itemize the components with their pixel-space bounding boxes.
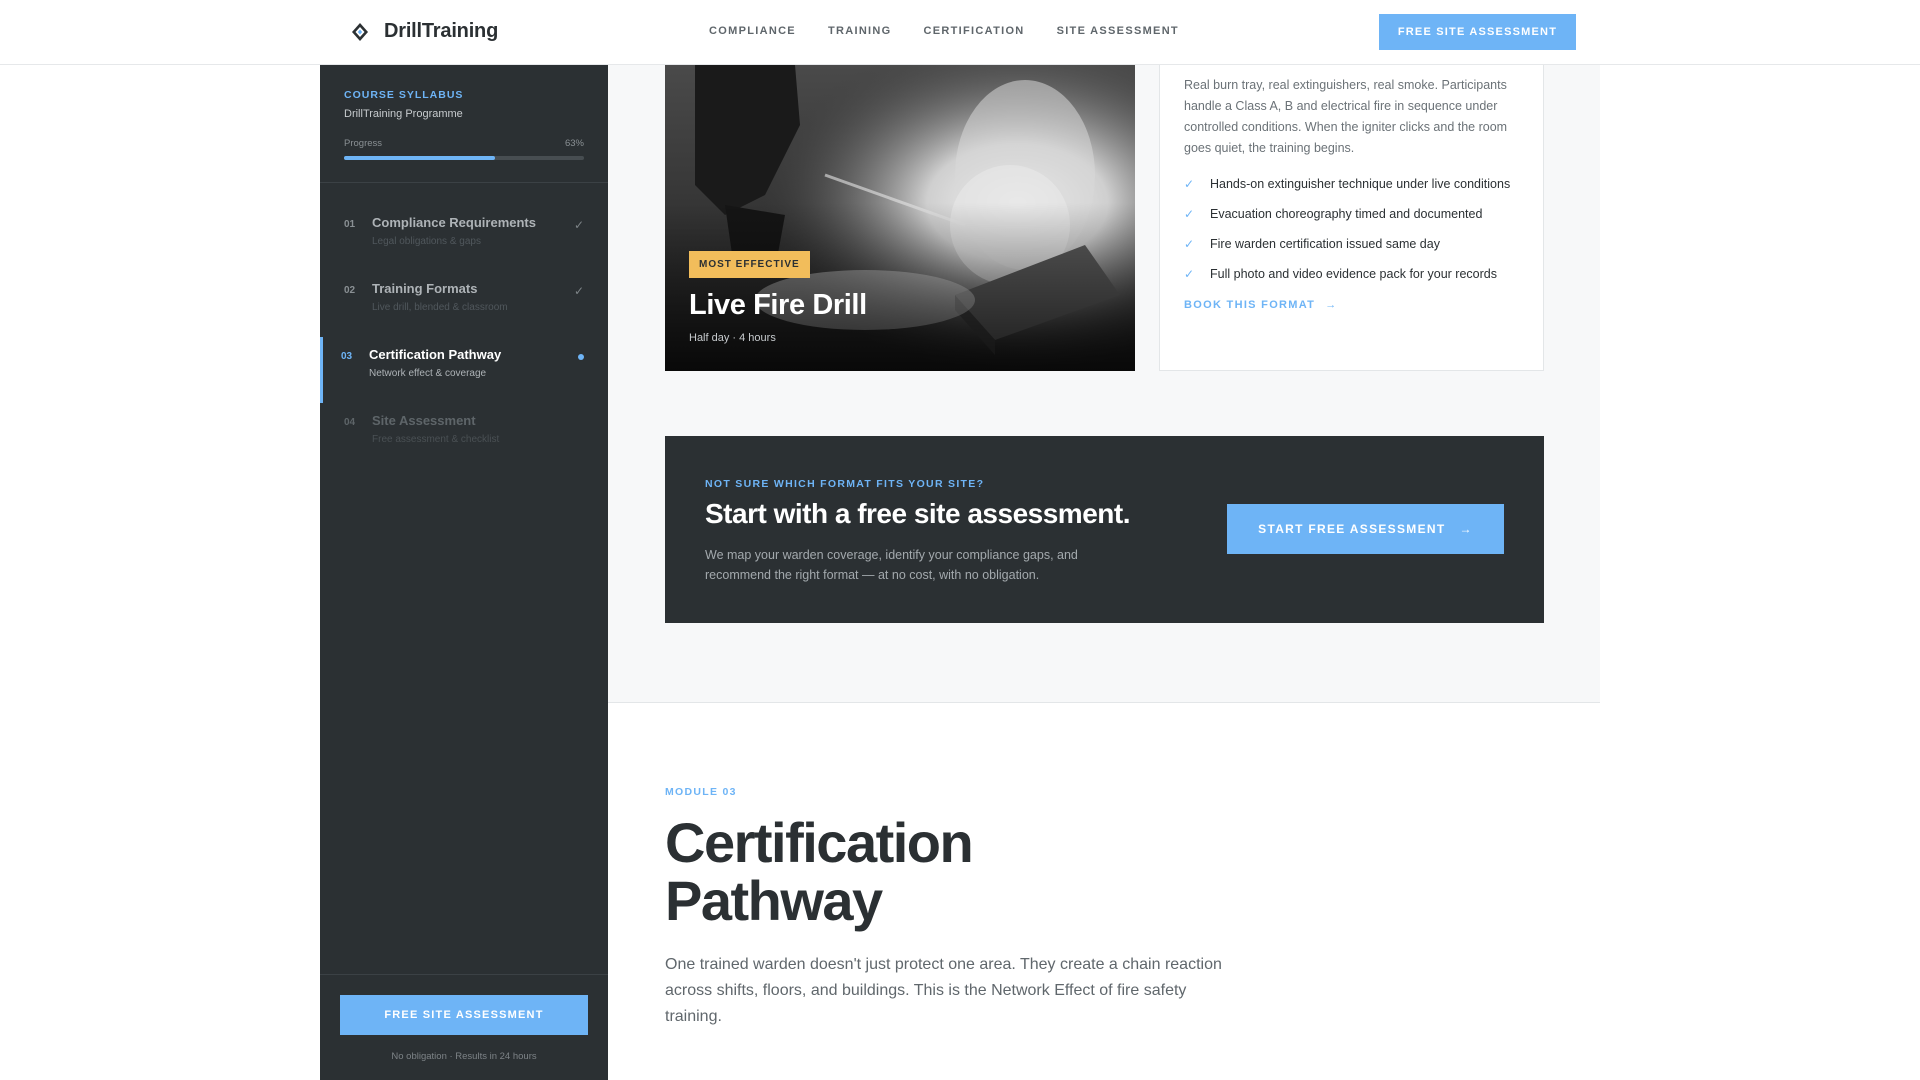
assessment-cta-band: NOT SURE WHICH FORMAT FITS YOUR SITE? St… <box>665 436 1544 623</box>
item-title: Training Formats <box>372 281 478 296</box>
syllabus-list: 01 Compliance Requirements Legal obligat… <box>320 183 608 469</box>
progress-percent: 63% <box>564 138 584 149</box>
feature-item: ✓ Evacuation choreography timed and docum… <box>1184 205 1519 223</box>
format-duration: Half day · 4 hours <box>689 332 776 344</box>
check-icon: ✓ <box>1184 207 1195 221</box>
feature-text: Fire warden certification issued same da… <box>1210 237 1440 251</box>
live-fire-drill-photo: MOST EFFECTIVE Live Fire Drill Half day … <box>665 65 1135 371</box>
nav-link-certification[interactable]: CERTIFICATION <box>924 25 1025 37</box>
nav-free-assessment-button[interactable]: FREE SITE ASSESSMENT <box>1379 14 1576 50</box>
progress-bar-fill <box>344 156 496 160</box>
current-dot-icon <box>578 354 584 360</box>
cta-title: Start with a free site assessment. <box>705 498 1130 529</box>
nav-link-site-assessment[interactable]: SITE ASSESSMENT <box>1057 25 1179 37</box>
module-kicker: MODULE 03 <box>665 786 737 798</box>
item-description: Free assessment & checklist <box>372 434 500 445</box>
feature-item: ✓ Hands-on extinguisher technique under l… <box>1184 175 1519 193</box>
sidebar-footer: FREE SITE ASSESSMENT No obligation · Res… <box>320 974 608 1080</box>
format-feature-list: ✓ Hands-on extinguisher technique under l… <box>1184 175 1519 283</box>
item-description: Live drill, blended & classroom <box>372 302 508 313</box>
top-navigation: DrillTraining COMPLIANCE TRAINING CERTIF… <box>0 0 1920 65</box>
module-title: Certification Pathway <box>665 811 974 932</box>
programme-name: DrillTraining Programme <box>344 108 463 120</box>
book-this-format-link[interactable]: BOOK THIS FORMAT → <box>1184 299 1519 311</box>
item-number: 04 <box>344 417 356 428</box>
feature-text: Hands-on extinguisher technique under li… <box>1210 177 1511 191</box>
item-title: Site Assessment <box>372 413 476 428</box>
item-description: Network effect & coverage <box>369 368 487 379</box>
syllabus-item-training-formats[interactable]: 02 Training Formats Live drill, blended … <box>320 271 608 337</box>
arrow-right-icon: → <box>1325 299 1338 311</box>
fire-drill-illustration <box>665 65 1135 371</box>
syllabus-item-certification-pathway[interactable]: 03 Certification Pathway Network effect … <box>320 337 608 403</box>
item-description: Legal obligations & gaps <box>372 236 481 247</box>
diamond-logo-icon <box>350 22 370 42</box>
arrow-right-icon: → <box>1459 522 1473 536</box>
progress-label: Progress <box>344 138 383 149</box>
checkmark-icon: ✓ <box>573 284 584 298</box>
syllabus-item-site-assessment[interactable]: 04 Site Assessment Free assessment & che… <box>320 403 608 469</box>
course-syllabus-sidebar: COURSE SYLLABUS DrillTraining Programme … <box>320 65 608 1080</box>
nav-link-training[interactable]: TRAINING <box>828 25 892 37</box>
progress-bar <box>344 156 584 160</box>
brand-logo[interactable]: DrillTraining <box>350 20 498 43</box>
nav-link-compliance[interactable]: COMPLIANCE <box>709 25 796 37</box>
syllabus-header: COURSE SYLLABUS DrillTraining Programme … <box>320 65 608 183</box>
sidebar-free-assessment-button[interactable]: FREE SITE ASSESSMENT <box>340 995 588 1035</box>
feature-text: Evacuation choreography timed and docume… <box>1210 207 1483 221</box>
check-icon: ✓ <box>1184 237 1195 251</box>
sidebar-footnote: No obligation · Results in 24 hours <box>391 1051 537 1062</box>
syllabus-kicker: COURSE SYLLABUS <box>344 89 464 101</box>
progress-row: Progress 63% <box>344 138 584 149</box>
check-icon: ✓ <box>1184 177 1195 191</box>
checkmark-icon: ✓ <box>573 218 584 232</box>
feature-text: Full photo and video evidence pack for y… <box>1210 267 1497 281</box>
item-title: Compliance Requirements <box>372 215 536 230</box>
feature-item: ✓ Full photo and video evidence pack for … <box>1184 265 1519 283</box>
item-number: 02 <box>344 285 356 296</box>
feature-item: ✓ Fire warden certification issued same d… <box>1184 235 1519 253</box>
brand-name: DrillTraining <box>384 20 499 42</box>
book-link-label: BOOK THIS FORMAT <box>1184 299 1316 311</box>
main-nav: COMPLIANCE TRAINING CERTIFICATION SITE A… <box>709 25 1179 37</box>
cta-text: We map your warden coverage, identify yo… <box>705 548 1078 582</box>
format-details-card: Real burn tray, real extinguishers, real… <box>1159 65 1544 371</box>
check-icon: ✓ <box>1184 267 1195 281</box>
item-number: 03 <box>341 351 353 362</box>
cta-kicker: NOT SURE WHICH FORMAT FITS YOUR SITE? <box>705 478 985 490</box>
item-number: 01 <box>344 219 356 230</box>
format-description: Real burn tray, real extinguishers, real… <box>1184 78 1508 155</box>
most-effective-badge: MOST EFFECTIVE <box>689 251 810 278</box>
format-title: Live Fire Drill <box>689 289 867 321</box>
cta-button-label: START FREE ASSESSMENT <box>1258 522 1446 536</box>
module-intro: One trained warden doesn't just protect … <box>665 956 1222 1025</box>
item-title: Certification Pathway <box>369 347 502 362</box>
start-free-assessment-button[interactable]: START FREE ASSESSMENT → <box>1227 504 1504 554</box>
syllabus-item-compliance-requirements[interactable]: 01 Compliance Requirements Legal obligat… <box>320 205 608 271</box>
